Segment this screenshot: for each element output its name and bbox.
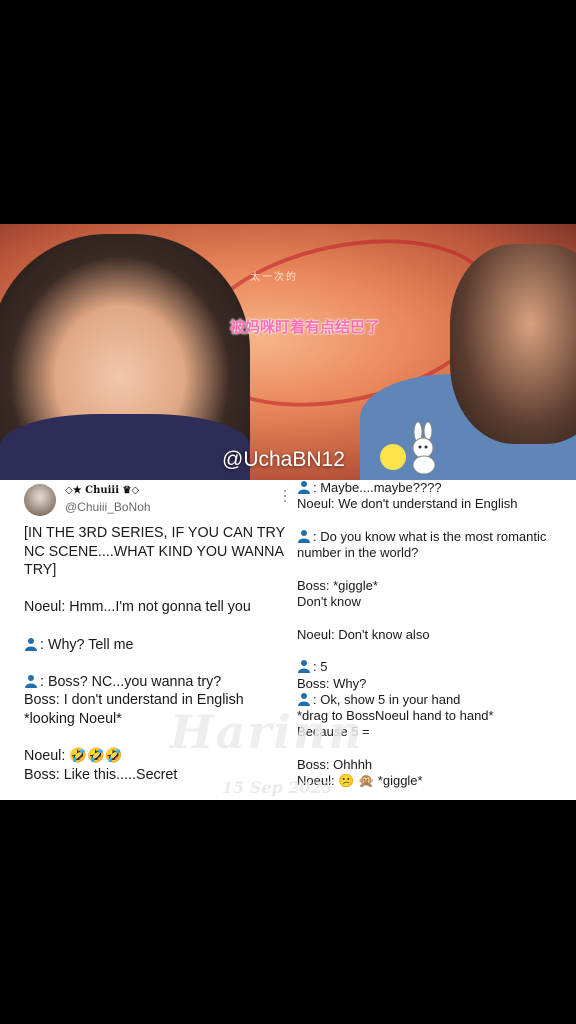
video-frame: 太一次的 被妈咪盯着有点结巴了 @UchaBN12: [0, 224, 576, 480]
person-silhouette-icon: [298, 660, 310, 674]
person-silhouette-icon: [298, 481, 310, 494]
person-silhouette-icon: [298, 692, 310, 706]
tweet-line: [IN THE 3RD SERIES, IF YOU CAN TRY NC SC…: [24, 525, 285, 579]
display-name[interactable]: ◇★ Chuiii ♛◇: [65, 485, 139, 496]
tweet-line: Boss: *giggle*: [297, 577, 378, 593]
watermark-name: Harinn: [170, 705, 364, 759]
person-right: [450, 244, 576, 444]
tweet-line: Noeul: Don't know also: [297, 626, 430, 642]
tweet-card: ◇★ Chuiii ♛◇ @Chuiii_BoNoh [IN THE 3RD S…: [0, 480, 576, 800]
tweet-line: Noeul: We don't understand in English: [297, 496, 518, 512]
tweet-line: Don't know: [297, 594, 361, 610]
person-silhouette-icon: [298, 529, 310, 543]
video-handle: @UchaBN12: [222, 448, 345, 471]
tweet-line: : Why? Tell me: [24, 636, 286, 655]
tweet-line: : Do you know what is the most romantic …: [297, 528, 547, 561]
tweet-line: : Boss? NC...you wanna try?: [24, 673, 286, 692]
show-title: 太一次的: [250, 272, 298, 283]
username[interactable]: @Chuiii_BoNoh: [65, 500, 151, 514]
tweet-line: Noeul: Hmm...I'm not gonna tell you: [24, 599, 251, 616]
person-left-shirt: [0, 414, 250, 480]
person-silhouette-icon: [25, 637, 37, 651]
avatar[interactable]: [24, 484, 56, 516]
chick-sticker-icon: [380, 444, 406, 470]
tweet-line: : Maybe....maybe????: [297, 480, 567, 496]
tweet-line: : 5: [297, 659, 567, 675]
video-subtitle: 被妈咪盯着有点结巴了: [230, 319, 381, 336]
tweet-line: Boss: Why?: [297, 675, 367, 691]
watermark-date: 15 Sep 2025: [222, 778, 333, 797]
more-options-icon[interactable]: [284, 490, 287, 504]
tweet-line: Noeul: 😕 🙊 *giggle*: [297, 773, 423, 789]
tweet-line: Boss: Ohhhh: [297, 757, 373, 773]
person-silhouette-icon: [25, 674, 37, 688]
bunny-sticker-icon: [412, 422, 436, 474]
